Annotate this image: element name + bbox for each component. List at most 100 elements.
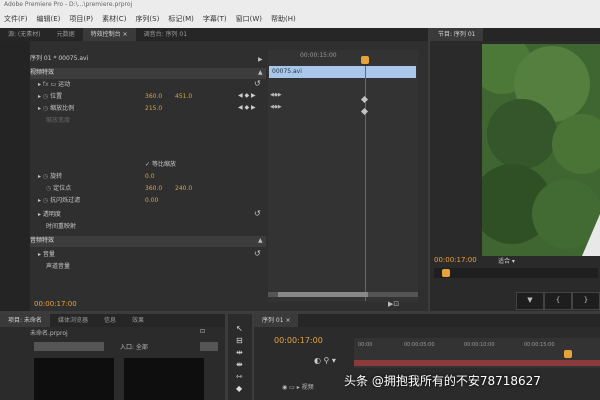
stopwatch-icon[interactable]: ◷ [46,185,51,192]
effect-controls-tabbar: 源: (无素材) 元数据 特效控制台 × 调音台: 序列 01 [0,28,428,41]
current-timecode[interactable]: 00:00:17:00 [34,300,77,308]
check-icon: ✓ [145,161,151,168]
tab-effect-controls[interactable]: 特效控制台 × [82,28,136,41]
program-timecode[interactable]: 00:00:17:00 [434,256,477,264]
tab-source[interactable]: 源: (无素材) [0,28,49,41]
video-track-header[interactable]: ◉ ▭ ▸ 视频 [282,382,314,391]
project-filename: 未命名.prproj [30,330,68,337]
menu-project[interactable]: 项目(P) [69,14,93,24]
tab-project[interactable]: 项目: 未命名 [0,314,50,327]
project-panel: 项目: 未命名 媒体浏览器 信息 效果 未命名.prproj ⊡ 入口: 全部 [0,314,225,400]
media-thumbnail[interactable] [124,358,204,400]
search-input[interactable] [34,342,104,351]
audio-effects-header [30,236,266,247]
reset-icon[interactable]: ↺ [254,209,261,218]
keyframe-nav-icon[interactable]: ◀◆▶ [270,92,282,98]
anchor-x-value[interactable]: 360.0 [145,184,162,194]
uniform-scale-row[interactable]: ✓ 等比缩放 [145,160,176,170]
ruler-tick: 00:00:10:00 [464,342,495,348]
razor-icon[interactable]: ◆ [236,384,242,393]
video-effects-label: 视频特效 [30,69,55,76]
scroll-thumb[interactable] [278,292,368,297]
keyframe-timeline[interactable] [268,50,418,302]
rate-stretch-icon[interactable]: ⇿ [236,372,243,381]
stopwatch-icon[interactable]: ◷ [43,173,48,180]
mark-in-button[interactable]: { [544,292,572,310]
stopwatch-icon[interactable]: ◷ [43,93,48,100]
stopwatch-icon[interactable]: ◷ [43,105,48,112]
opacity-effect[interactable]: ▸ 透明度 [38,210,61,220]
play-arrow-icon[interactable]: ▶ [258,56,263,63]
motion-effect[interactable]: ▸ fx ▭ 运动 [38,80,70,90]
uniform-scale-label: 等比缩放 [151,161,176,168]
collapse-up-icon[interactable]: ▲ [258,69,263,76]
menu-title[interactable]: 字幕(T) [203,14,227,24]
anchor-row: ◷ 定位点 [46,184,71,194]
ruler-tick: 00:00:15:00 [524,342,555,348]
keyframe-nav-icon[interactable]: ◀ ◆ ▶ [238,92,256,99]
reset-icon[interactable]: ↺ [254,79,261,88]
menu-edit[interactable]: 编辑(E) [37,14,61,24]
window-title: Adobe Premiere Pro - D:\...\premiere.prp… [0,0,600,10]
tab-sequence[interactable]: 序列 01 × [254,314,299,327]
fit-label: 适合 [498,258,511,265]
anchor-y-value[interactable]: 240.0 [175,184,192,194]
fit-dropdown[interactable]: 适合 ▾ [498,256,515,265]
menu-sequence[interactable]: 序列(S) [135,14,159,24]
effect-controls-panel: 源: (无素材) 元数据 特效控制台 × 调音台: 序列 01 序列 01 * … [0,28,428,311]
snap-icon[interactable]: ◐ ⚲ ▾ [314,356,336,365]
scale-value[interactable]: 215.0 [145,104,162,114]
antiflicker-value[interactable]: 0.00 [145,196,158,206]
selection-tool-icon[interactable]: ↖ [236,324,243,333]
ripple-edit-icon[interactable]: ⇹ [236,348,243,357]
work-area-bar[interactable] [354,360,600,366]
menu-file[interactable]: 文件(F) [4,14,28,24]
keyframe-nav-icon[interactable]: ◀ ◆ ▶ [238,104,256,111]
bin-icon[interactable]: ⊡ [200,328,205,335]
collapse-up-icon[interactable]: ▲ [258,237,263,244]
export-icon[interactable]: ▶⊡ [388,300,399,308]
audio-effects-label: 音频特效 [30,237,55,244]
clip-bar[interactable]: 00075.avi [269,66,416,78]
stopwatch-icon[interactable]: ◷ [43,197,48,204]
timeline-tabbar: 序列 01 × [254,314,600,327]
channel-volume-effect[interactable]: 声道音量 [46,262,70,272]
motion-label: 运动 [58,81,71,88]
keyframe-nav-icon[interactable]: ◀◆▶ [270,104,282,110]
playhead-handle[interactable] [361,56,369,64]
inpoint-filter[interactable]: 入口: 全部 [120,342,148,351]
track-select-icon[interactable]: ⊟ [236,336,243,345]
volume-label: 音量 [42,251,55,258]
rotation-value[interactable]: 0.0 [145,172,155,182]
mark-out-button[interactable]: } [572,292,600,310]
source-label: 序列 01 * 00075.avi [30,55,89,62]
add-marker-button[interactable]: ▼ [516,292,544,310]
timeline-timecode[interactable]: 00:00:17:00 [274,336,323,345]
scale-width-row: 缩放宽度 [46,117,71,124]
ruler-tick: 00:00:05:00 [404,342,435,348]
time-remap-effect[interactable]: 时间重映射 [46,222,76,232]
position-y-value[interactable]: 451.0 [175,92,192,102]
scrub-bar[interactable] [434,268,598,278]
tab-effects[interactable]: 效果 [124,314,152,327]
project-tabbar: 项目: 未命名 媒体浏览器 信息 效果 [0,314,225,327]
position-label: 位置 [50,93,63,100]
program-monitor-tabbar: 节目: 序列 01 [430,28,600,41]
timeline-playhead[interactable] [564,350,572,358]
scrub-playhead[interactable] [442,269,450,277]
tab-metadata[interactable]: 元数据 [49,28,83,41]
tab-media-browser[interactable]: 媒体浏览器 [50,314,96,327]
media-thumbnail[interactable] [34,358,114,400]
menu-help[interactable]: 帮助(H) [271,14,296,24]
menu-marker[interactable]: 标记(M) [168,14,194,24]
volume-effect[interactable]: ▸ 音量 [38,250,55,260]
position-x-value[interactable]: 360.0 [145,92,162,102]
reset-icon[interactable]: ↺ [254,249,261,258]
tab-program[interactable]: 节目: 序列 01 [430,28,484,41]
menu-window[interactable]: 窗口(W) [236,14,262,24]
filter-dropdown[interactable] [200,342,218,351]
menu-clip[interactable]: 素材(C) [102,14,126,24]
rolling-edit-icon[interactable]: ⇼ [236,360,243,369]
tab-info[interactable]: 信息 [96,314,124,327]
tab-audio-mixer[interactable]: 调音台: 序列 01 [136,28,195,41]
